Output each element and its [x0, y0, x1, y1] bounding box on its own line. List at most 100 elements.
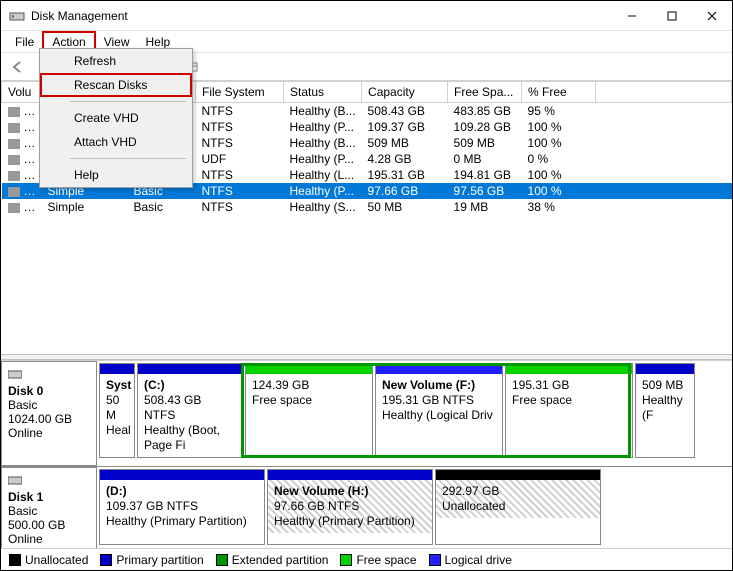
- partition-size: 97.66 GB NTFS: [274, 499, 359, 513]
- app-icon: [9, 8, 25, 24]
- volume-name-cell: (D: [2, 119, 42, 135]
- cell-pct: 95 %: [522, 103, 596, 120]
- col-filesystem[interactable]: File System: [196, 82, 284, 103]
- partition[interactable]: 292.97 GBUnallocated: [435, 469, 601, 545]
- cell-free: 483.85 GB: [448, 103, 522, 120]
- drive-icon: [8, 155, 20, 165]
- partition-status: Free space: [252, 393, 312, 407]
- disk-icon: [8, 368, 22, 380]
- col-volume[interactable]: Volu: [2, 82, 42, 103]
- disk-name: Disk 0: [8, 384, 90, 398]
- menu-item-create-vhd[interactable]: Create VHD: [40, 106, 192, 130]
- minimize-button[interactable]: [612, 2, 652, 30]
- volume-name-cell: ESI: [2, 151, 42, 167]
- partition-size: 124.39 GB: [252, 378, 309, 392]
- menu-file[interactable]: File: [7, 33, 42, 51]
- partition-body: (C:)508.43 GB NTFSHealthy (Boot, Page Fi: [138, 374, 242, 457]
- disk-map-pane: Disk 0Basic1024.00 GBOnlineSyst50 MHeal(…: [1, 360, 732, 548]
- cell-status: Healthy (P...: [284, 183, 362, 199]
- partition-color-bar: [436, 470, 600, 480]
- legend-free: Free space: [340, 553, 416, 567]
- partition[interactable]: (C:)508.43 GB NTFSHealthy (Boot, Page Fi: [137, 363, 243, 458]
- partition[interactable]: 509 MBHealthy (F: [635, 363, 695, 458]
- cell-free: 194.81 GB: [448, 167, 522, 183]
- close-button[interactable]: [692, 2, 732, 30]
- drive-icon: [8, 171, 20, 181]
- col-status[interactable]: Status: [284, 82, 362, 103]
- partition-color-bar: [376, 364, 502, 374]
- partition-title: Syst: [106, 378, 131, 392]
- drive-icon: [8, 123, 20, 133]
- disk-size: 1024.00 GB: [8, 412, 90, 426]
- partition-color-bar: [100, 470, 264, 480]
- disk-row: Disk 0Basic1024.00 GBOnlineSyst50 MHeal(…: [1, 361, 732, 467]
- cell-fs: NTFS: [196, 103, 284, 120]
- menu-item-help[interactable]: Help: [40, 163, 192, 187]
- window-title: Disk Management: [31, 9, 612, 23]
- cell-layout: Simple: [42, 199, 128, 215]
- cell-status: Healthy (B...: [284, 135, 362, 151]
- cell-fs: NTFS: [196, 183, 284, 199]
- partition-size: 109.37 GB NTFS: [106, 499, 198, 513]
- partition[interactable]: New Volume (H:)97.66 GB NTFSHealthy (Pri…: [267, 469, 433, 545]
- drive-icon: [8, 187, 20, 197]
- menu-item-attach-vhd[interactable]: Attach VHD: [40, 130, 192, 154]
- partition-body: (D:)109.37 GB NTFSHealthy (Primary Parti…: [100, 480, 264, 533]
- back-button[interactable]: [7, 56, 29, 78]
- partition-status: Healthy (F: [642, 393, 683, 422]
- partition-status: Healthy (Boot, Page Fi: [144, 423, 220, 452]
- disk-row: Disk 1Basic500.00 GBOnline(D:)109.37 GB …: [1, 467, 732, 548]
- cell-pct: 100 %: [522, 183, 596, 199]
- partition[interactable]: New Volume (F:)195.31 GB NTFSHealthy (Lo…: [375, 363, 503, 458]
- volume-name-cell: (Di: [2, 135, 42, 151]
- partition[interactable]: 124.39 GBFree space: [245, 363, 373, 458]
- volume-name-cell: (C: [2, 103, 42, 120]
- partition-body: Syst50 MHeal: [100, 374, 134, 442]
- partition[interactable]: (D:)109.37 GB NTFSHealthy (Primary Parti…: [99, 469, 265, 545]
- partition-title: (C:): [144, 378, 165, 392]
- disk-label[interactable]: Disk 0Basic1024.00 GBOnline: [1, 361, 97, 466]
- cell-fs: UDF: [196, 151, 284, 167]
- cell-type: Basic: [128, 199, 196, 215]
- col-free[interactable]: Free Spa...: [448, 82, 522, 103]
- partition-size: 195.31 GB NTFS: [382, 393, 474, 407]
- menu-item-refresh[interactable]: Refresh: [40, 49, 192, 73]
- partition[interactable]: 195.31 GBFree space: [505, 363, 633, 458]
- partition-status: Unallocated: [442, 499, 505, 513]
- partition-size: 50 M: [106, 393, 119, 422]
- cell-pct: 0 %: [522, 151, 596, 167]
- maximize-button[interactable]: [652, 2, 692, 30]
- partition-body: 292.97 GBUnallocated: [436, 480, 600, 518]
- cell-status: Healthy (S...: [284, 199, 362, 215]
- disk-management-window: Disk Management File Action View Help ? …: [0, 0, 733, 571]
- cell-pct: 100 %: [522, 135, 596, 151]
- disk-type: Basic: [8, 504, 90, 518]
- action-menu: Refresh Rescan Disks Create VHD Attach V…: [39, 48, 193, 188]
- partition-title: (D:): [106, 484, 127, 498]
- cell-capacity: 109.37 GB: [362, 119, 448, 135]
- col-spacer: [596, 82, 732, 103]
- disk-label[interactable]: Disk 1Basic500.00 GBOnline: [1, 467, 97, 548]
- partition-title: New Volume (F:): [382, 378, 475, 392]
- menu-item-rescan-disks[interactable]: Rescan Disks: [40, 73, 192, 97]
- volume-name-cell: New Volume (H:): [2, 183, 42, 199]
- col-capacity[interactable]: Capacity: [362, 82, 448, 103]
- legend: Unallocated Primary partition Extended p…: [1, 548, 732, 570]
- legend-logical: Logical drive: [429, 553, 512, 567]
- partition-body: 195.31 GBFree space: [506, 374, 632, 412]
- disk-icon: [8, 474, 22, 486]
- partition-size: 508.43 GB NTFS: [144, 393, 201, 422]
- legend-extended: Extended partition: [216, 553, 329, 567]
- cell-pct: 100 %: [522, 167, 596, 183]
- titlebar: Disk Management: [1, 1, 732, 31]
- partition-color-bar: [506, 364, 632, 374]
- disk-status: Online: [8, 426, 90, 440]
- partition-title: New Volume (H:): [274, 484, 368, 498]
- partition[interactable]: Syst50 MHeal: [99, 363, 135, 458]
- partition-body: New Volume (F:)195.31 GB NTFSHealthy (Lo…: [376, 374, 502, 427]
- partition-color-bar: [268, 470, 432, 480]
- cell-free: 109.28 GB: [448, 119, 522, 135]
- col-pct[interactable]: % Free: [522, 82, 596, 103]
- table-row[interactable]: System ReservedSimpleBasicNTFSHealthy (S…: [2, 199, 732, 215]
- volume-name-cell: System Reserved: [2, 199, 42, 215]
